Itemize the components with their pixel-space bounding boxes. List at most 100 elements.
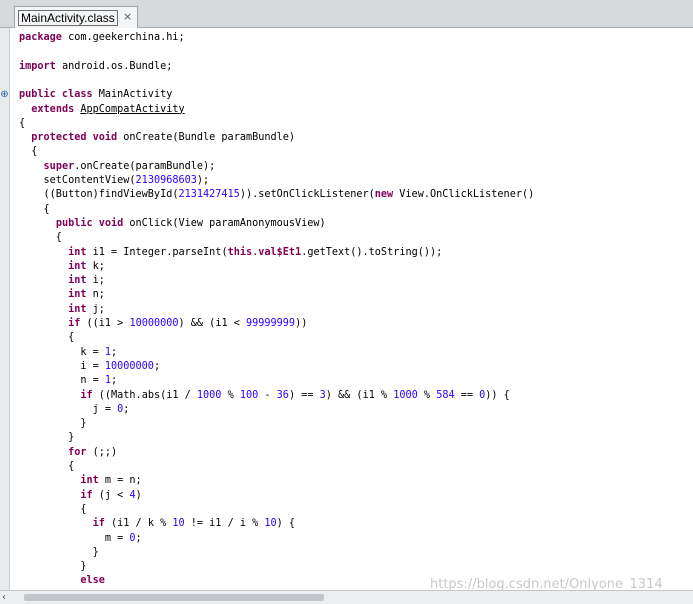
code-token: 10000000 [129,318,179,329]
code-token: for [68,446,87,458]
code-line: else [19,574,105,588]
scroll-left-icon[interactable]: ‹ [2,591,6,604]
code-token: { [19,461,75,472]
code-line: { [19,231,62,245]
code-line: package com.geekerchina.hi; [19,31,185,45]
code-token: i = [19,360,105,372]
code-line: super.onCreate(paramBundle); [19,160,216,174]
code-token: if [68,318,81,329]
code-token: 10000000 [104,360,154,372]
code-token: int [68,303,87,315]
code-token: 2130968603 [135,175,197,186]
code-token: ((i1 > [80,318,130,329]
code-token: m = [19,532,130,544]
code-line: if (i1 / k % 10 != i1 / i % 10) { [19,517,295,531]
code-token: != i1 / i % [184,518,265,530]
code-token: } [19,432,75,444]
code-token: i1 = Integer. [86,246,173,258]
code-token: MainActivity [92,89,173,101]
code-line: { [19,460,74,474]
code-token: setContentView( [19,175,136,186]
code-token: } [19,418,87,430]
code-token: n = [19,375,105,387]
expand-icon[interactable]: ⊕ [0,90,9,100]
code-token: ); [196,175,210,186]
watermark: https://blog.csdn.net/Onlyone_1314 [430,577,663,592]
code-token: public class [19,89,93,101]
code-line: } [19,417,86,431]
code-token: android.os.Bundle; [55,60,173,72]
close-icon[interactable]: × [123,10,132,24]
code-token: ; [135,532,142,544]
code-token: 99999999 [245,318,296,329]
code-token: ) && (i1 < [178,318,246,329]
tab-label: MainActivity.class [18,10,118,26]
code-token: )) [295,318,308,329]
code-line: ((Button)findViewById(2131427415)).setOn… [19,188,535,202]
code-token: { [19,146,38,158]
code-token: super [43,160,75,172]
code-line: } [19,546,99,560]
code-token: % [221,389,240,401]
code-token: else [80,575,105,587]
code-line: { [19,331,74,345]
code-token: 1000 [393,389,418,401]
code-line: n = 1; [19,374,117,388]
code-token: )).setOnClickListener( [239,189,375,201]
code-token: ((Math.abs(i1 / [92,389,197,401]
code-token: 10 [172,518,185,530]
code-token: package [19,32,62,43]
code-token: n; [86,289,105,301]
code-token: ; [111,346,118,358]
code-line: } [19,560,86,574]
code-token: if [80,489,93,501]
code-token: ((Button)findViewById( [19,189,179,201]
code-token: )) { [485,389,510,401]
code-line: if ((i1 > 10000000) && (i1 < 99999999)) [19,317,307,331]
code-token: ; [111,375,118,387]
code-token: k = [19,346,105,358]
editor-tab-bar: MainActivity.class × [0,0,693,28]
horizontal-scrollbar[interactable]: ‹ [0,590,693,604]
code-token: ; [153,360,161,372]
code-token: { [19,203,50,215]
code-token: (j < [92,489,130,501]
code-token: int [68,260,87,272]
gutter: ⊕ [0,28,10,590]
code-line: extends AppCompatActivity [19,103,184,117]
scrollbar-thumb[interactable] [24,594,324,601]
code-line: public class MainActivity [19,88,172,102]
code-line: setContentView(2130968603); [19,174,210,188]
code-line: int n; [19,288,105,302]
code-line: int i1 = Integer.parseInt(this.val$Et1.g… [19,246,442,260]
code-token: (i1 / k % [104,518,173,530]
code-token: - [258,389,277,401]
code-line: } [19,431,74,445]
tab-mainactivity-class[interactable]: MainActivity.class × [14,6,138,28]
code-token: 36 [276,389,289,401]
code-token: if [92,518,105,530]
code-token: { [19,332,75,344]
code-token: int [68,246,87,258]
code-token: 1000 [196,389,222,401]
code-line: for (;;) [19,446,117,460]
code-editor[interactable]: package com.geekerchina.hi; import androi… [10,28,693,590]
code-token: == [454,389,480,401]
code-token: ) [135,489,142,501]
code-token: parseInt [172,246,222,258]
code-token: new [374,189,394,201]
code-line: { [19,145,37,159]
code-line: m = 0; [19,532,142,546]
